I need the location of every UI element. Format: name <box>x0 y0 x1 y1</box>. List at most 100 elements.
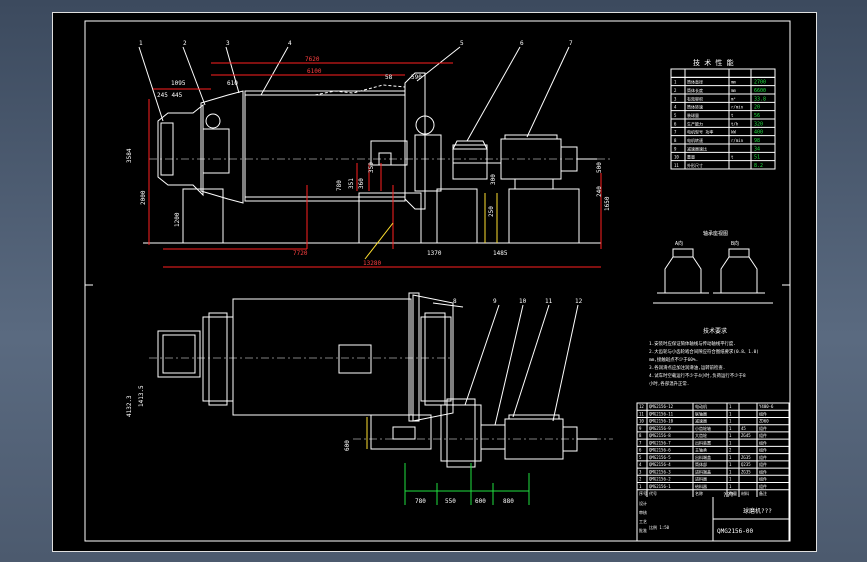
tech-row-no: 7 <box>674 130 677 135</box>
tech-row-no: 4 <box>674 105 677 110</box>
dim-7620: 7620 <box>305 56 320 63</box>
part-name: 给料器 <box>695 483 707 489</box>
part-qty: 1 <box>729 455 732 460</box>
parts-header-row: 序号 代号 名称 数量 材料 备注 <box>639 490 767 496</box>
detail-right-label: B向 <box>731 240 739 247</box>
detail-view-title: 轴承座视图 <box>703 230 728 237</box>
tech-req-title: 技术要求 <box>703 327 727 335</box>
dim-4132: 4132.3 <box>126 395 133 417</box>
dim-1413: 1413.5 <box>138 385 145 407</box>
part-code: QMG2156-3 <box>649 469 671 474</box>
tech-row-item: 减速器速比 <box>687 145 707 151</box>
part-code: QMG2156-1 <box>649 484 671 489</box>
part-qty: 1 <box>729 433 732 438</box>
header-cell: 材料 <box>741 490 749 496</box>
tech-req-line: mm,接触斑点不少于60%. <box>649 356 698 363</box>
dim-7720: 7720 <box>293 250 308 257</box>
dim-360: 360 <box>358 178 365 189</box>
part-code: QMG2156-4 <box>649 462 671 467</box>
part-no: 8 <box>639 433 642 438</box>
callout-2: 2 <box>183 40 187 47</box>
drawing-sheet: 7620 6100 1095 245 445 610 58 590 7720 1… <box>52 12 817 552</box>
dim-1485: 1485 <box>493 250 508 257</box>
tech-row-item: 生产能力 <box>687 120 703 126</box>
part-no: 10 <box>639 419 644 424</box>
part-code: QMG2156-12 <box>649 404 674 409</box>
part-no: 5 <box>639 455 642 460</box>
callout-9: 9 <box>493 298 497 305</box>
part-no: 11 <box>639 411 644 416</box>
part-qty: 1 <box>729 411 732 416</box>
part-qty: 1 <box>729 404 732 409</box>
inner-frame <box>84 20 791 542</box>
part-code: QMG2156-2 <box>649 477 671 482</box>
dim-245-445: 245 445 <box>157 92 183 99</box>
tech-row-no: 1 <box>674 80 677 85</box>
plan-dim: 550 <box>445 498 456 505</box>
tech-req-lines: 1.安装时应保证筒体轴线与传动轴线平行度.2.大齿轮与小齿轮啮合间隙应符合图纸要… <box>649 340 759 387</box>
tech-row-no: 3 <box>674 96 677 101</box>
dim-590: 590 <box>411 74 422 81</box>
part-qty: 1 <box>729 477 732 482</box>
tech-row-item: 电机转速 <box>687 137 703 143</box>
plan-dim: 600 <box>475 498 486 505</box>
tech-row-value: 400 <box>754 130 763 136</box>
callout-4: 4 <box>288 40 292 47</box>
part-material: 45 <box>741 426 746 431</box>
drawing-canvas: 7620 6100 1095 245 445 610 58 590 7720 1… <box>84 20 791 542</box>
callout-7: 7 <box>569 40 573 47</box>
tech-row-value: 33.8 <box>754 96 766 102</box>
part-qty: 1 <box>729 440 732 445</box>
header-cell: 名称 <box>695 490 703 496</box>
tech-row-no: 6 <box>674 121 677 126</box>
callout-1: 1 <box>139 40 143 47</box>
part-name: 大齿轮 <box>695 432 707 438</box>
tech-req-line: 1.安装时应保证筒体轴线与传动轴线平行度. <box>649 340 736 347</box>
part-no: 9 <box>639 426 642 431</box>
part-code: QMG2156-9 <box>649 426 671 431</box>
tech-row-value: 6600 <box>754 88 766 94</box>
callout-5: 5 <box>460 40 464 47</box>
sign-label: 设计 <box>639 500 647 506</box>
callout-3: 3 <box>226 40 230 47</box>
part-no: 7 <box>639 440 642 445</box>
tech-row-item: 筒体转速 <box>687 104 703 110</box>
sign-labels: 设计审核工艺批准 <box>639 500 647 533</box>
part-name: 小齿轮轴 <box>695 425 711 431</box>
tech-req-line: 小时,各部温升正常. <box>649 380 689 387</box>
tech-req-line: 4.试车时空载运行不少于4小时,负荷运行不少于8 <box>649 372 746 379</box>
dim-1200: 1200 <box>174 212 181 227</box>
drawing-code: QMG2156-00 <box>717 528 754 535</box>
dim-1370: 1370 <box>427 250 442 257</box>
part-name: 减速器 <box>695 418 707 424</box>
callout-12: 12 <box>575 298 583 305</box>
part-name: 进料端盖 <box>695 468 711 474</box>
part-code: QMG2156-8 <box>649 433 671 438</box>
cad-viewport: 7620 6100 1095 245 445 610 58 590 7720 1… <box>0 0 867 562</box>
tech-row-unit: mm <box>731 80 736 85</box>
header-cell: 序号 <box>639 490 647 496</box>
tech-row-value: 34 <box>754 146 760 152</box>
header-cell: 备注 <box>759 490 767 496</box>
plan-bottom-dims: 780 550 600 880 <box>415 498 514 505</box>
part-qty: 1 <box>729 419 732 424</box>
tech-row-value: 8.2 <box>754 163 763 169</box>
part-no: 3 <box>639 469 642 474</box>
sign-label: 工艺 <box>639 519 647 524</box>
tech-row-value: 56 <box>754 113 760 119</box>
part-note: 组件 <box>759 461 767 467</box>
part-code: QMG2156-11 <box>649 411 674 416</box>
header-cell: 数量 <box>729 490 737 496</box>
part-note: 组件 <box>759 447 767 453</box>
sign-label: 批准 <box>639 527 647 533</box>
tech-row-unit: kW <box>731 130 736 135</box>
callout-6: 6 <box>520 40 524 47</box>
tech-row-item: 筒体直径 <box>687 79 703 85</box>
part-name: 出料装置 <box>695 439 711 445</box>
dim-13280: 13280 <box>363 260 381 267</box>
tech-row-no: 2 <box>674 88 677 93</box>
part-name: 出料端盖 <box>695 454 711 460</box>
tech-row-item: 重量 <box>687 154 695 160</box>
tech-req-line: 3.各润滑点应加注润滑油,运转前检查. <box>649 364 725 371</box>
part-no: 4 <box>639 462 642 467</box>
